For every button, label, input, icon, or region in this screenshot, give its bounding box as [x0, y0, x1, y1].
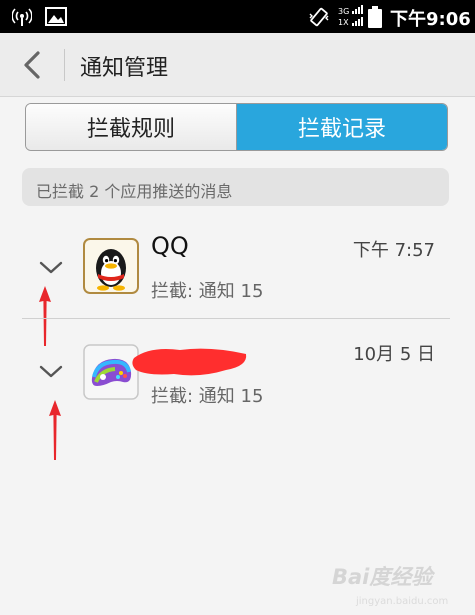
- app-header: 通知管理: [0, 33, 475, 97]
- page-title: 通知管理: [80, 56, 169, 81]
- intercept-count: 拦截: 通知 15: [151, 386, 264, 407]
- back-button[interactable]: [14, 47, 52, 83]
- intercept-summary: 已拦截 2 个应用推送的消息: [22, 168, 449, 206]
- network-label-1x: 1X: [338, 18, 349, 27]
- list-item[interactable]: QQ 拦截: 通知 15 下午 7:57: [0, 220, 475, 346]
- list-item[interactable]: 拦截: 通知 15 10月 5 日: [0, 320, 475, 460]
- vibrate-icon: [309, 7, 329, 27]
- intercept-time: 下午 7:57: [352, 240, 435, 261]
- chevron-down-icon[interactable]: [38, 260, 64, 276]
- watermark-url: jingyan.baidu.com: [355, 596, 448, 607]
- intercept-time: 10月 5 日: [353, 344, 435, 365]
- network-signal-icon: 3G 1X: [338, 5, 364, 29]
- tab-bar: 拦截规则 拦截记录: [25, 103, 448, 151]
- app-name: QQ: [151, 232, 189, 260]
- chevron-left-icon: [24, 51, 40, 79]
- tab-intercept-rules[interactable]: 拦截规则: [26, 104, 237, 150]
- row-divider: [22, 318, 450, 319]
- chevron-down-icon[interactable]: [38, 364, 64, 380]
- qq-penguin-icon: [83, 238, 139, 294]
- status-bar: 3G 1X 下午9:06: [0, 0, 475, 33]
- status-time: 下午9:06: [390, 9, 471, 30]
- header-divider: [64, 49, 65, 81]
- tab-intercept-records[interactable]: 拦截记录: [237, 104, 447, 150]
- red-arrow-annotation: [49, 400, 61, 460]
- battery-icon: [368, 6, 382, 28]
- baidu-jingyan-watermark: Bai度经验 jingyan.baidu.com: [332, 565, 448, 607]
- image-icon: [45, 7, 67, 26]
- network-label-3g: 3G: [338, 7, 349, 16]
- redaction-mark: [132, 348, 247, 376]
- wireless-signal-icon: [12, 8, 32, 26]
- watermark-text: Bai度经验: [332, 565, 435, 589]
- intercept-count: 拦截: 通知 15: [151, 281, 264, 302]
